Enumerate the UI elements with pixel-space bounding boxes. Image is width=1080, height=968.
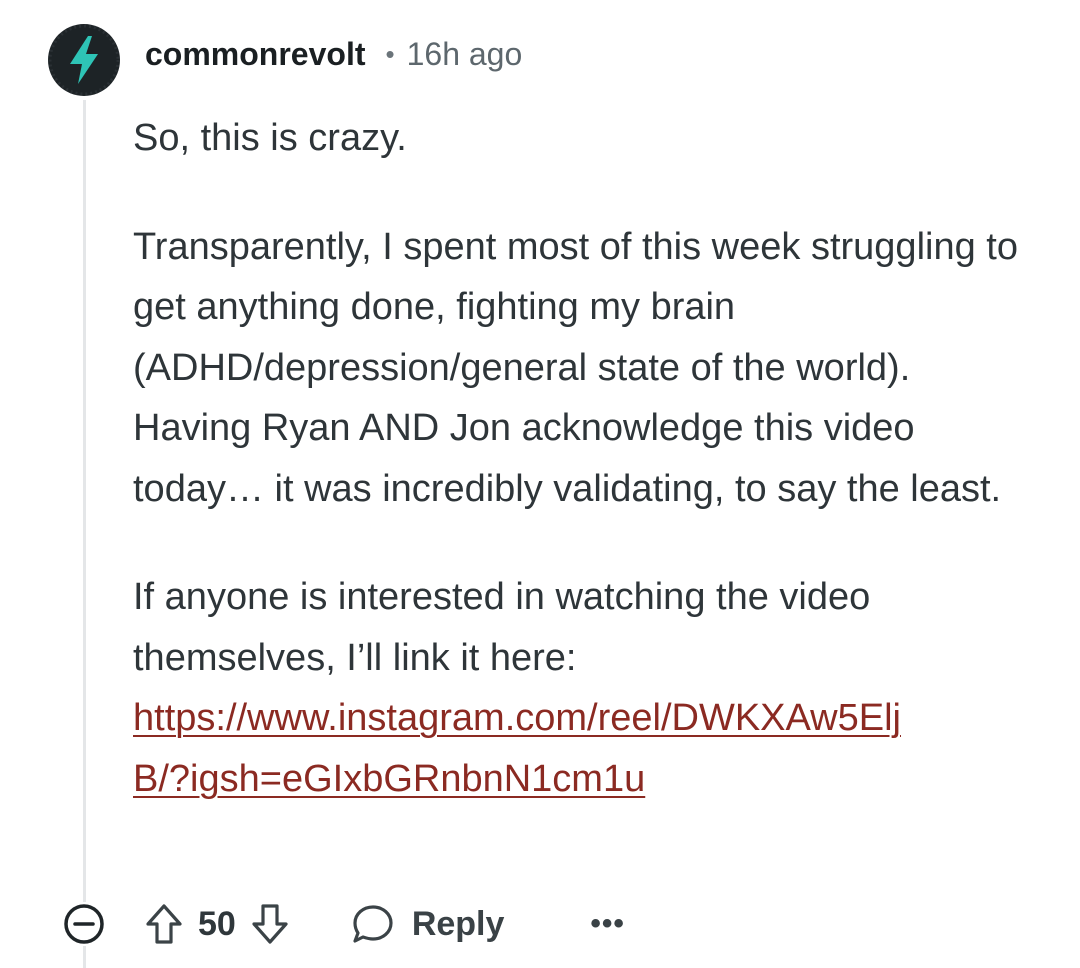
upvote-button[interactable] [144, 902, 184, 946]
meta-separator: • [385, 39, 395, 69]
lightning-bolt-icon [48, 24, 120, 96]
speech-bubble-icon [353, 905, 393, 943]
instagram-link[interactable]: https://www.instagram.com/reel/DWKXAw5El… [133, 697, 901, 800]
username[interactable]: commonrevolt [145, 30, 365, 78]
reply-button[interactable]: Reply [350, 901, 505, 947]
upvote-arrow-icon [146, 904, 182, 944]
comment-paragraph: If anyone is interested in watching the … [133, 567, 1033, 809]
downvote-button[interactable] [250, 902, 290, 946]
reply-label: Reply [411, 904, 505, 943]
downvote-arrow-icon [252, 904, 288, 944]
comment-paragraph: So, this is crazy. [133, 117, 407, 159]
comment-paragraph: Transparently, I spent most of this week… [133, 225, 1018, 510]
more-options-button[interactable]: ••• [590, 907, 625, 941]
timestamp: 16h ago [406, 36, 523, 72]
comment-actions: 50 Reply ••• [62, 896, 625, 952]
collapse-button[interactable] [62, 902, 106, 946]
thread-line [83, 100, 86, 968]
comment-body: So, this is crazy. Transparently, I spen… [133, 108, 1033, 809]
comment-header: commonrevolt • 16h ago [145, 30, 522, 78]
avatar[interactable] [48, 24, 120, 96]
collapse-icon [64, 904, 104, 944]
comment-paragraph-text: If anyone is interested in watching the … [133, 576, 871, 679]
vote-score: 50 [198, 904, 236, 943]
